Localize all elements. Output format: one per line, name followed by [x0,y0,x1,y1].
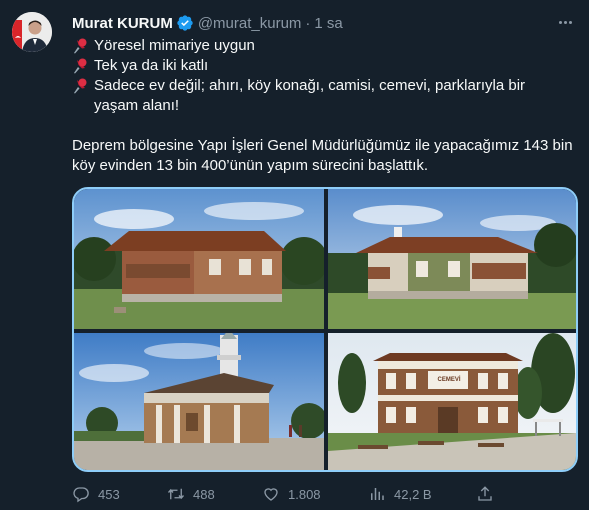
tweet-line: Sadece ev değil; ahırı, köy konağı, cami… [72,76,582,116]
pushpin-icon [74,58,87,74]
like-button[interactable]: 1.808 [262,485,321,503]
tweet-line-text: Yöresel mimariye uygun [94,37,255,54]
tweet-header: Murat KURUM @murat_kurum · 1 sa [72,13,343,33]
timestamp[interactable]: 1 sa [314,15,342,32]
tweet-actions: 453 488 1.808 42,2 B [72,484,582,504]
retweet-count: 488 [193,486,215,502]
views-icon [371,488,384,500]
share-button[interactable] [476,485,494,503]
separator-dot: · [305,14,311,32]
avatar[interactable] [12,12,52,52]
media-grid[interactable]: CEMEVİ [72,187,578,472]
media-image-3[interactable] [74,333,324,470]
views-button[interactable]: 42,2 B [368,485,432,503]
media-image-4[interactable]: CEMEVİ [328,333,576,470]
reply-button[interactable]: 453 [72,485,120,503]
media-image-1[interactable] [74,189,324,329]
cemevi-sign: CEMEVİ [437,377,461,383]
media-image-2[interactable] [328,189,576,329]
author-handle[interactable]: @murat_kurum [198,15,302,32]
tweet-paragraph: Deprem bölgesine Yapı İşleri Genel Müdür… [72,136,582,176]
tweet-text: Yöresel mimariye uygun Tek ya da iki kat… [72,36,582,176]
pushpin-icon [74,78,87,94]
like-count: 1.808 [288,486,321,502]
tweet[interactable]: Murat KURUM @murat_kurum · 1 sa Yöresel … [0,0,589,510]
tweet-line: Tek ya da iki katlı [72,56,582,76]
more-icon[interactable] [555,12,575,32]
reply-icon [73,487,89,503]
verified-badge-icon [176,14,194,32]
views-count: 42,2 B [394,486,432,502]
tweet-line-text: Sadece ev değil; ahırı, köy konağı, cami… [94,77,526,114]
tweet-paragraph-text: Deprem bölgesine Yapı İşleri Genel Müdür… [72,137,573,174]
pushpin-icon [74,38,87,54]
share-icon [478,486,492,501]
tweet-line-text: Tek ya da iki katlı [94,57,209,74]
author-name[interactable]: Murat KURUM [72,15,173,32]
reply-count: 453 [98,486,120,502]
like-icon [264,488,278,501]
retweet-icon [167,488,185,500]
tweet-line: Yöresel mimariye uygun [72,36,582,56]
retweet-button[interactable]: 488 [167,485,215,503]
